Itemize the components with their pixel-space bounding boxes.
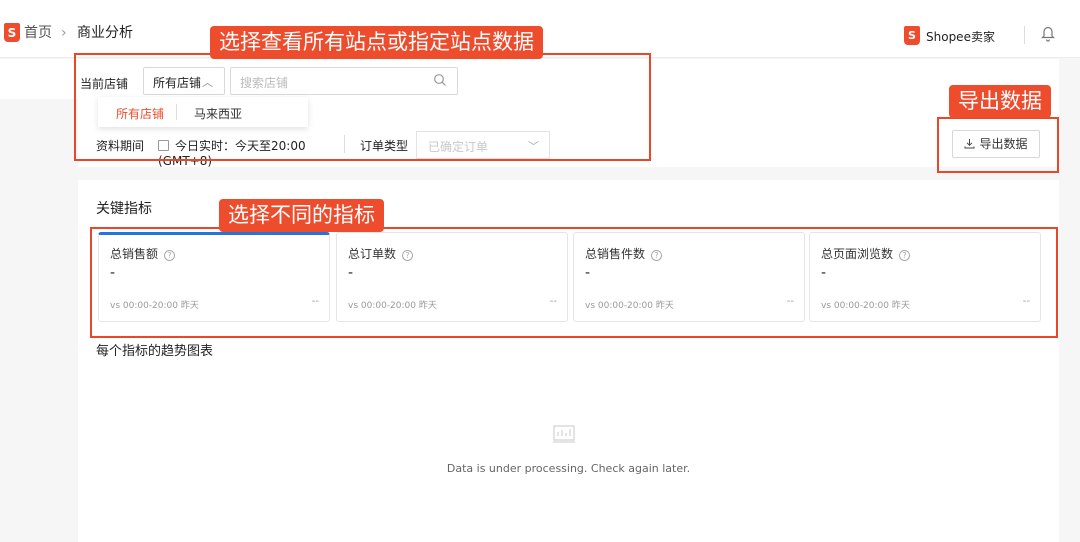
breadcrumb-separator: › xyxy=(61,25,67,41)
breadcrumb-current: 商业分析 xyxy=(77,25,133,41)
annotation-label-metrics: 选择不同的指标 xyxy=(219,199,384,232)
annotation-box-metrics xyxy=(90,227,1058,338)
annotation-box-store xyxy=(74,53,651,161)
empty-state-message: Data is under processing. Check again la… xyxy=(446,462,691,475)
annotation-box-export xyxy=(937,117,1059,173)
shopee-logo[interactable]: S xyxy=(4,23,20,42)
key-metrics-title: 关键指标 xyxy=(96,201,152,217)
annotation-label-store: 选择查看所有站点或指定站点数据 xyxy=(210,26,543,59)
empty-chart-icon xyxy=(553,425,575,443)
trend-chart-title: 每个指标的趋势图表 xyxy=(96,344,214,359)
shopping-bag-icon: S xyxy=(904,26,920,45)
seller-center-label[interactable]: Shopee卖家 xyxy=(926,28,995,45)
breadcrumb-home[interactable]: 首页 xyxy=(24,24,52,42)
header-divider xyxy=(1024,26,1025,44)
bell-icon[interactable] xyxy=(1040,24,1056,42)
annotation-label-export: 导出数据 xyxy=(949,85,1051,118)
page-margin xyxy=(0,59,78,99)
